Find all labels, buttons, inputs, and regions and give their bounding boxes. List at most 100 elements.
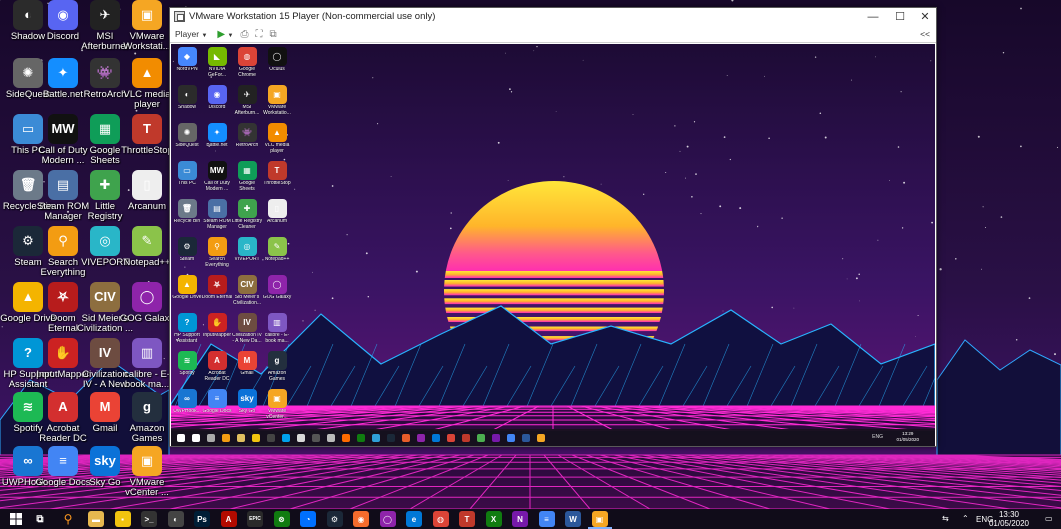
guest-taskbar-app-icon[interactable] bbox=[477, 434, 485, 442]
vmware-player-window[interactable]: VMware Workstation 15 Player (Non-commer… bbox=[169, 7, 937, 447]
guest-icon-sidequest[interactable]: ✺SideQuest bbox=[171, 123, 203, 149]
guest-icon-msi-afterburn[interactable]: ✈MSI Afterburn... bbox=[231, 85, 263, 116]
guest-start-icon[interactable] bbox=[177, 434, 185, 442]
search-button[interactable]: ⚲ bbox=[60, 511, 76, 527]
desktop-icon-throttlestop[interactable]: TThrottleStop bbox=[119, 114, 175, 156]
power-on-button[interactable]: ▶ ▼ bbox=[217, 29, 233, 40]
taskbar-photoshop-icon[interactable]: Ps bbox=[194, 511, 210, 527]
send-ctrl-alt-del-icon[interactable]: ⎙ bbox=[240, 29, 248, 40]
desktop-icon-amazon-games[interactable]: gAmazon Games bbox=[119, 392, 175, 444]
unity-mode-icon[interactable]: ⧉ bbox=[269, 29, 276, 40]
guest-taskbar[interactable]: ENG 13:29 01/05/2020 bbox=[171, 429, 935, 446]
guest-language-indicator[interactable]: ENG bbox=[872, 434, 883, 440]
taskbar-sticky-notes-icon[interactable]: ▪ bbox=[115, 511, 131, 527]
taskbar-onenote-icon[interactable]: N bbox=[512, 511, 528, 527]
task-view-button[interactable]: ⧉ bbox=[32, 511, 48, 527]
guest-icon-steam[interactable]: ⚙Steam bbox=[171, 237, 203, 263]
taskbar-uplay-icon[interactable]: ◔ bbox=[300, 511, 316, 527]
guest-icon-notepad[interactable]: ✎Notepad++ bbox=[261, 237, 293, 263]
guest-screen[interactable]: ◆NordVPN◣NVIDIA GeFor...◍Google Chrome◯O… bbox=[171, 44, 935, 446]
guest-taskbar-app-icon[interactable] bbox=[417, 434, 425, 442]
guest-taskbar-app-icon[interactable] bbox=[492, 434, 500, 442]
taskbar-xbox-icon[interactable]: ⊗ bbox=[274, 511, 290, 527]
minimize-button[interactable]: — bbox=[860, 8, 886, 25]
network-icon[interactable]: ⇆ bbox=[942, 514, 949, 523]
guest-icon-throttlestop[interactable]: TThrottleStop bbox=[261, 161, 293, 187]
guest-taskbar-app-icon[interactable] bbox=[507, 434, 515, 442]
taskbar-gog-galaxy-icon[interactable]: ◯ bbox=[380, 511, 396, 527]
desktop-icon-vmware-vcenter[interactable]: ▣VMware vCenter ... bbox=[119, 446, 175, 498]
guest-icon-google-sheets[interactable]: ▦Google Sheets bbox=[231, 161, 263, 192]
desktop-icon-arcanum[interactable]: ▯Arcanum bbox=[119, 170, 175, 212]
maximize-button[interactable]: ☐ bbox=[887, 8, 913, 25]
guest-icon-oculus[interactable]: ◯Oculus bbox=[261, 47, 293, 73]
guest-taskbar-app-icon[interactable] bbox=[402, 434, 410, 442]
guest-icon-spotify[interactable]: ≋Spotify bbox=[171, 351, 203, 377]
desktop-icon-vmware-workstati[interactable]: ▣VMware Workstati... bbox=[119, 0, 175, 52]
guest-icon-little-registry-cleaner[interactable]: ✚Little Registry Cleaner bbox=[231, 199, 263, 230]
taskbar-terminal-icon[interactable]: >_ bbox=[141, 511, 157, 527]
player-menu-button[interactable]: Player ▼ bbox=[175, 29, 207, 39]
guest-icon-amazon-games[interactable]: gAmazon Games bbox=[261, 351, 293, 382]
guest-icon-search-everything[interactable]: ⚲Search Everything bbox=[201, 237, 233, 268]
desktop-icon-calibre-e-book-ma[interactable]: ▥calibre - E-book ma... bbox=[119, 338, 175, 390]
guest-icon-viveport[interactable]: ◎VIVEPORT bbox=[231, 237, 263, 263]
guest-taskbar-app-icon[interactable] bbox=[282, 434, 290, 442]
guest-icon-vmware-workstatio[interactable]: ▣VMware Workstatio... bbox=[261, 85, 293, 116]
taskbar-acrobat-pro-icon[interactable]: A bbox=[221, 511, 237, 527]
guest-icon-arcanum[interactable]: ▯Arcanum bbox=[261, 199, 293, 225]
guest-icon-calibre-e-book-ma[interactable]: ▥calibre - E-book ma... bbox=[261, 313, 293, 344]
guest-icon-uwphook[interactable]: ∞UWPHook... bbox=[171, 389, 203, 415]
guest-taskbar-app-icon[interactable] bbox=[387, 434, 395, 442]
guest-icon-gog-galaxy[interactable]: ◯GOG Galaxy bbox=[261, 275, 293, 301]
guest-taskbar-app-icon[interactable] bbox=[222, 434, 230, 442]
collapse-library-button[interactable]: << bbox=[920, 29, 930, 39]
tray-overflow-icon[interactable]: ⌃ bbox=[962, 514, 969, 523]
desktop-icon-notepad[interactable]: ✎Notepad++ bbox=[119, 226, 175, 268]
guest-taskbar-app-icon[interactable] bbox=[522, 434, 530, 442]
guest-icon-gmail[interactable]: MGmail bbox=[231, 351, 263, 377]
guest-taskbar-app-icon[interactable] bbox=[192, 434, 200, 442]
guest-icon-civilization-iv-a-new-da[interactable]: IVCivilization IV - A New Da... bbox=[231, 313, 263, 344]
guest-icon-recycle-bin[interactable]: 🗑Recycle Bin bbox=[171, 199, 203, 225]
guest-icon-vlc-media-player[interactable]: ▲VLC media player bbox=[261, 123, 293, 154]
guest-taskbar-app-icon[interactable] bbox=[372, 434, 380, 442]
guest-icon-hp-support-assistant[interactable]: ?HP Support Assistant bbox=[171, 313, 203, 344]
close-button[interactable]: ✕ bbox=[912, 8, 938, 25]
guest-icon-battle-net[interactable]: ✦Battle.net bbox=[201, 123, 233, 149]
guest-taskbar-app-icon[interactable] bbox=[342, 434, 350, 442]
guest-taskbar-app-icon[interactable] bbox=[207, 434, 215, 442]
desktop-icon-gog-galaxy[interactable]: ◯GOG Galaxy bbox=[119, 282, 175, 324]
guest-icon-this-pc[interactable]: ▭This PC bbox=[171, 161, 203, 187]
guest-icon-call-of-duty-modern[interactable]: MWCall of Duty Modern ... bbox=[201, 161, 233, 192]
taskbar-vmware-icon[interactable]: ▣ bbox=[592, 511, 608, 527]
guest-icon-doom-eternal[interactable]: ⛧Doom Eternal bbox=[201, 275, 233, 301]
taskbar-throttlestop-icon[interactable]: T bbox=[459, 511, 475, 527]
desktop-icon-vlc-media-player[interactable]: ▲VLC media player bbox=[119, 58, 175, 110]
taskbar-word-icon[interactable]: W bbox=[565, 511, 581, 527]
guest-icon-google-drive[interactable]: ▲Google Drive bbox=[171, 275, 203, 301]
taskbar-steam-icon[interactable]: ⚙ bbox=[327, 511, 343, 527]
guest-icon-inputmapper[interactable]: ✋InputMapper bbox=[201, 313, 233, 339]
guest-icon-vmware-vcenter[interactable]: ▣VMware vCenter... bbox=[261, 389, 293, 420]
guest-icon-shadow[interactable]: ◐Shadow bbox=[171, 85, 203, 111]
vm-title-bar[interactable]: VMware Workstation 15 Player (Non-commer… bbox=[170, 8, 936, 25]
guest-icon-google-docs[interactable]: ≡Google Docs bbox=[201, 389, 233, 415]
notification-icon[interactable]: ▭ bbox=[1045, 514, 1053, 523]
guest-taskbar-app-icon[interactable] bbox=[447, 434, 455, 442]
guest-taskbar-app-icon[interactable] bbox=[432, 434, 440, 442]
clock[interactable]: 13:30 01/05/2020 bbox=[989, 510, 1029, 528]
guest-taskbar-app-icon[interactable] bbox=[237, 434, 245, 442]
guest-icon-discord[interactable]: ◉Discord bbox=[201, 85, 233, 111]
guest-icon-acrobat-reader-dc[interactable]: AAcrobat Reader DC bbox=[201, 351, 233, 382]
guest-taskbar-app-icon[interactable] bbox=[267, 434, 275, 442]
guest-taskbar-app-icon[interactable] bbox=[537, 434, 545, 442]
taskbar-epic-games-icon[interactable]: EPIC bbox=[247, 511, 263, 527]
guest-taskbar-app-icon[interactable] bbox=[252, 434, 260, 442]
guest-icon-steam-rom-manager[interactable]: ▤Steam ROM Manager bbox=[201, 199, 233, 230]
guest-icon-nvidia-gefor[interactable]: ◣NVIDIA GeFor... bbox=[201, 47, 233, 78]
guest-icon-google-chrome[interactable]: ◍Google Chrome bbox=[231, 47, 263, 78]
guest-icon-sid-meier-s-civilization[interactable]: CIVSid Meier's Civilization... bbox=[231, 275, 263, 306]
fit-guest-icon[interactable]: ⛶ bbox=[255, 29, 262, 40]
taskbar-explorer-icon[interactable]: ▬ bbox=[88, 511, 104, 527]
